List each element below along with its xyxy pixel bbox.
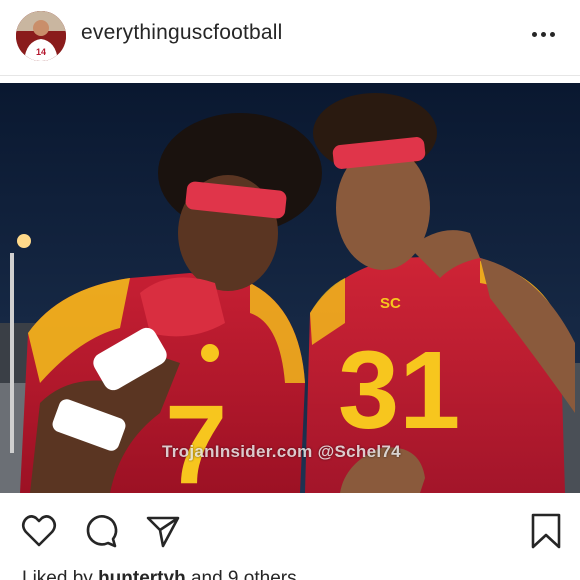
bookmark-icon[interactable] <box>527 512 565 550</box>
post-actions <box>0 500 580 562</box>
likes-summary[interactable]: Liked by huntertyh and 9 others <box>22 568 297 580</box>
share-icon[interactable] <box>144 512 182 550</box>
svg-text:SC: SC <box>380 295 401 312</box>
post-media: 7 31 SC <box>0 76 580 500</box>
svg-text:14: 14 <box>36 47 46 57</box>
profile-avatar[interactable]: 14 <box>16 11 66 61</box>
svg-text:31: 31 <box>338 329 460 452</box>
more-options-icon[interactable] <box>528 22 558 46</box>
heart-icon[interactable] <box>20 512 58 550</box>
post-username[interactable]: everythinguscfootball <box>81 21 283 45</box>
comment-icon[interactable] <box>82 512 120 550</box>
post-header: 14 everythinguscfootball <box>0 0 580 72</box>
post-photo[interactable]: 7 31 SC <box>0 83 580 493</box>
likes-suffix: and 9 others <box>190 568 297 580</box>
likes-user[interactable]: huntertyh <box>98 568 186 580</box>
photo-watermark: TrojanInsider.com @Schel74 <box>162 442 401 461</box>
likes-prefix: Liked by <box>22 568 93 580</box>
svg-text:7: 7 <box>165 382 227 493</box>
